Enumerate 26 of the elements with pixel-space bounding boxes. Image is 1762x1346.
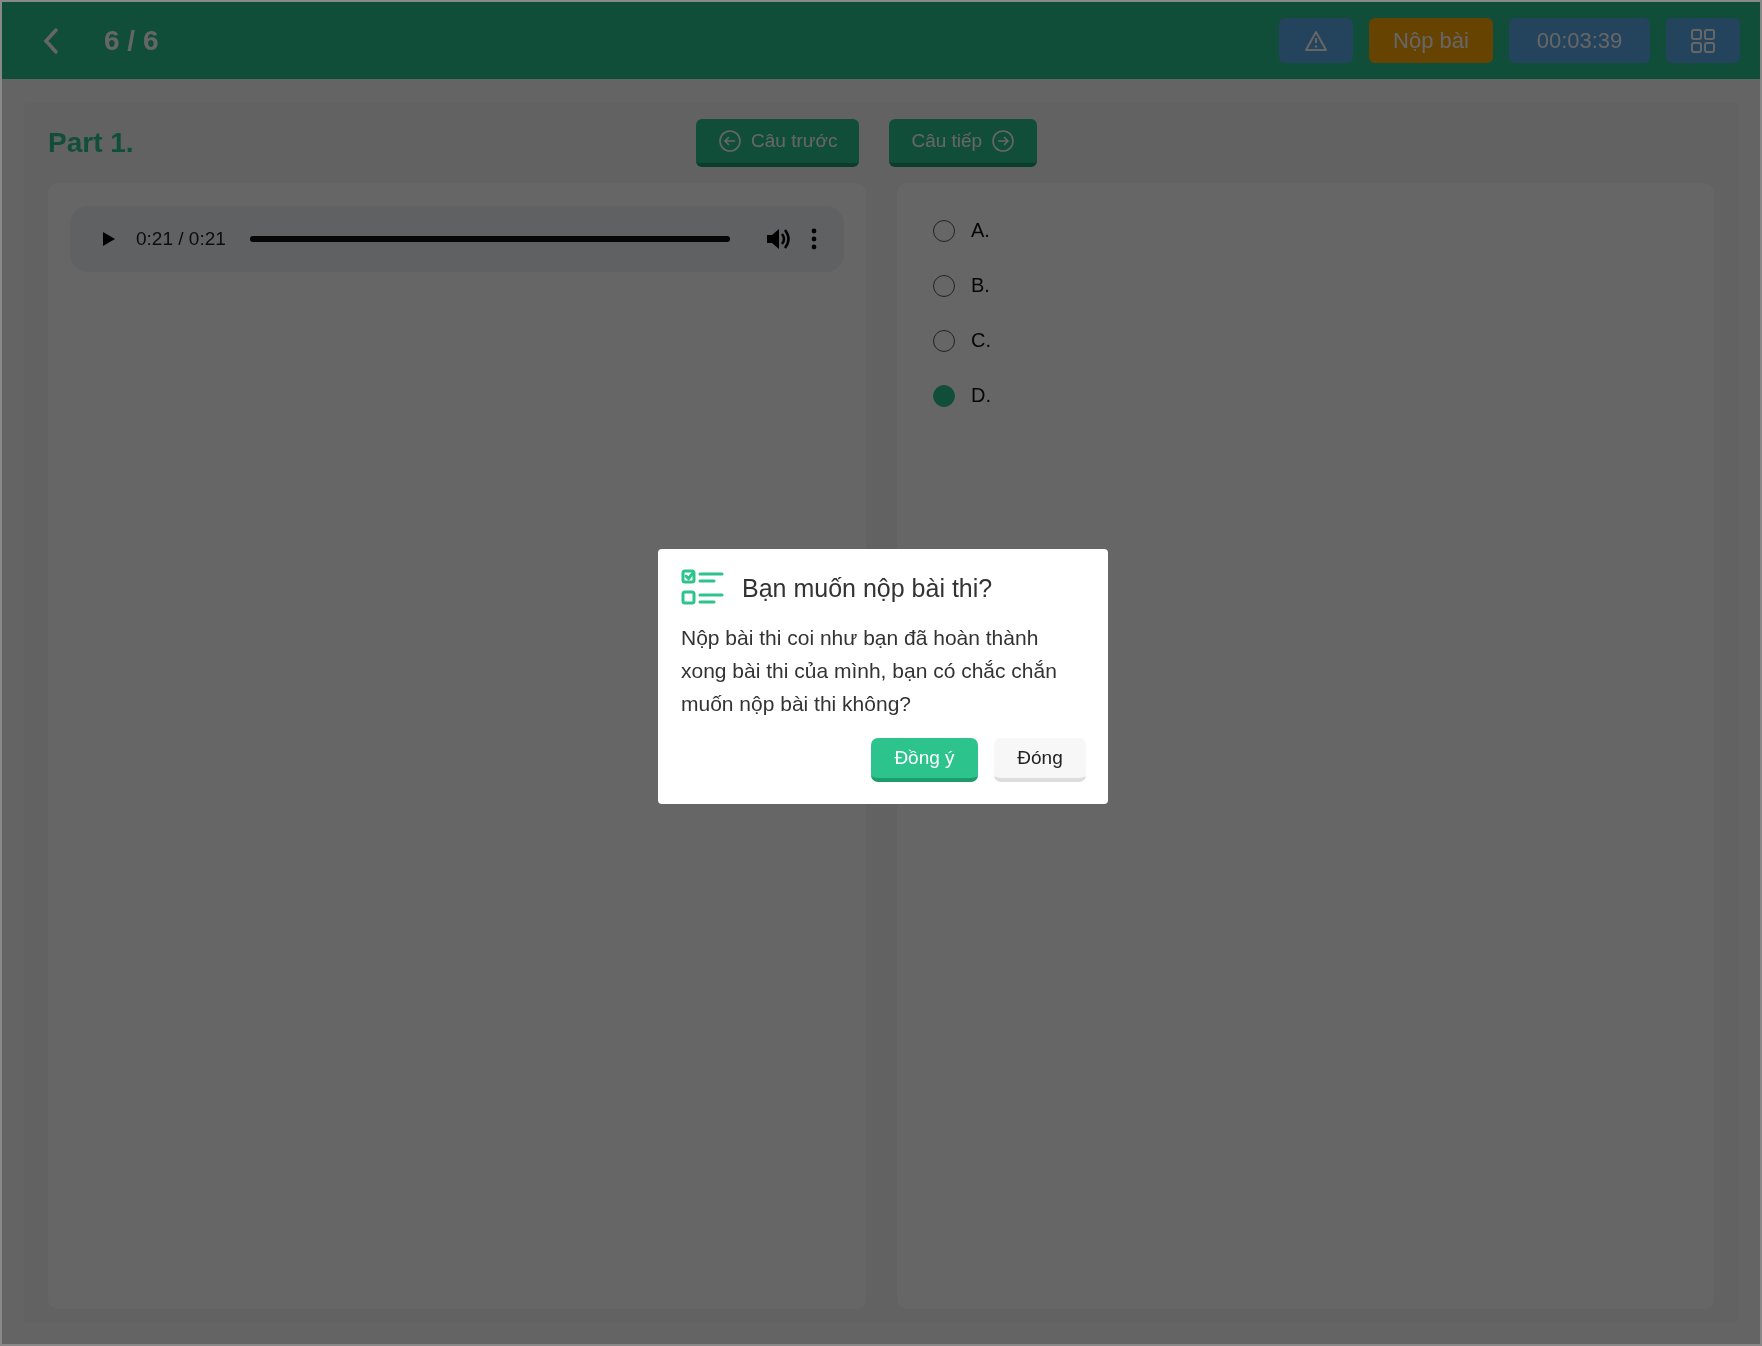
report-button[interactable] [1279, 18, 1353, 63]
answer-label: B. [971, 274, 990, 297]
answer-label: A. [971, 219, 990, 242]
close-button[interactable]: Đóng [994, 738, 1086, 782]
arrow-right-icon [991, 129, 1016, 153]
part-title: Part 1. [48, 127, 135, 159]
dialog-title: Bạn muốn nộp bài thi? [742, 573, 993, 603]
arrow-left-icon [718, 129, 742, 153]
answer-label: C. [971, 329, 991, 352]
confirm-button[interactable]: Đồng ý [871, 738, 978, 782]
warning-icon [1304, 29, 1328, 52]
volume-icon[interactable] [764, 226, 792, 252]
previous-question-button[interactable]: Câu trước [696, 119, 860, 167]
answer-radio[interactable] [933, 384, 955, 407]
more-options-icon[interactable] [810, 228, 818, 250]
submit-button[interactable]: Nộp bài [1369, 18, 1493, 63]
question-counter: 6 / 6 [104, 24, 159, 57]
dialog-message: Nộp bài thi coi như bạn đã hoàn thành xong bài thi của mình, bạn có chắc chắn muốn nộp bài thi không? [681, 625, 1058, 717]
question-grid-button[interactable] [1666, 18, 1740, 63]
timer: 00:03:39 [1509, 18, 1650, 63]
checklist-icon [681, 569, 725, 607]
answer-label: D. [971, 384, 991, 407]
back-icon [42, 26, 60, 55]
grid-icon [1690, 27, 1716, 54]
audio-time: 0:21 / 0:21 [136, 228, 226, 250]
next-question-button[interactable]: Câu tiếp [889, 119, 1038, 167]
